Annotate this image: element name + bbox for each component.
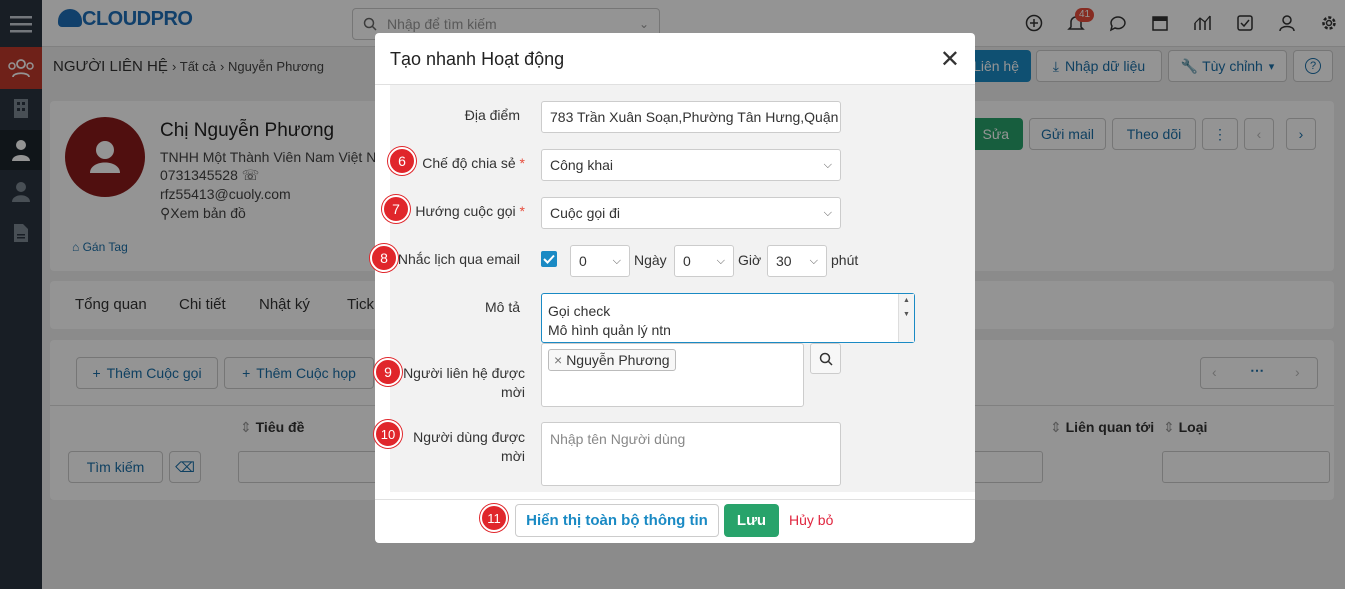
reminder-days-select[interactable]: 0 ⌵	[570, 245, 630, 277]
call-direction-select[interactable]: Cuộc gọi đi ⌵	[541, 197, 841, 229]
location-label: Địa điểm	[464, 107, 520, 123]
description-line-2: Mô hình quản lý ntn	[548, 322, 671, 338]
remove-chip-icon[interactable]: ×	[554, 352, 562, 368]
search-contacts-button[interactable]	[810, 343, 841, 374]
marker-9: 9	[374, 358, 402, 386]
days-unit-label: Ngày	[634, 252, 667, 268]
invited-contacts-field[interactable]: × Nguyễn Phương	[541, 343, 804, 407]
check-icon	[543, 254, 555, 264]
save-label: Lưu	[736, 512, 767, 529]
save-button[interactable]: Lưu	[724, 504, 779, 537]
hours-unit-label: Giờ	[738, 252, 762, 268]
chevron-down-icon: ⌵	[823, 206, 832, 219]
chevron-down-icon: ⌵	[716, 254, 725, 267]
cancel-link[interactable]: Hủy bỏ	[789, 512, 833, 528]
chevron-down-icon: ⌵	[823, 158, 832, 171]
location-value: 783 Trần Xuân Soạn,Phường Tân Hưng,Quận …	[550, 109, 841, 125]
reminder-hours-select[interactable]: 0 ⌵	[674, 245, 734, 277]
marker-11: 11	[480, 504, 508, 532]
call-direction-value: Cuộc gọi đi	[550, 205, 621, 221]
show-all-fields-button[interactable]: Hiển thị toàn bộ thông tin	[515, 504, 719, 537]
description-line-1: Gọi check	[548, 303, 611, 319]
reminder-checkbox[interactable]	[541, 251, 557, 267]
share-mode-select[interactable]: Công khai ⌵	[541, 149, 841, 181]
share-mode-text: Chế độ chia sẻ	[422, 155, 516, 171]
modal-title: Tạo nhanh Hoạt động	[390, 49, 565, 69]
call-direction-text: Hướng cuộc gọi	[415, 203, 516, 219]
scroll-up-icon[interactable]: ▲	[899, 294, 914, 308]
invited-contacts-label: Người liên hệ được mời	[403, 365, 525, 400]
close-icon[interactable]: ✕	[940, 45, 960, 74]
description-label: Mô tả	[484, 299, 520, 315]
textarea-scrollbar[interactable]: ▲ ▼	[898, 294, 914, 342]
location-input[interactable]: 783 Trần Xuân Soạn,Phường Tân Hưng,Quận …	[541, 101, 841, 133]
show-all-fields-label: Hiển thị toàn bộ thông tin	[526, 512, 708, 529]
chevron-down-icon: ⌵	[612, 254, 621, 267]
reminder-minutes-value: 30	[776, 253, 792, 269]
invited-contact-chip-label: Nguyễn Phương	[566, 352, 670, 368]
minutes-unit-label: phút	[831, 252, 859, 268]
reminder-hours-value: 0	[683, 253, 691, 269]
marker-8: 8	[370, 244, 398, 272]
chevron-down-icon: ⌵	[809, 254, 818, 267]
quick-create-activity-modal: Tạo nhanh Hoạt động ✕ Địa điểm 783 Trần …	[375, 33, 975, 543]
marker-7: 7	[382, 195, 410, 223]
invited-users-label: Người dùng được mời	[413, 429, 525, 464]
invited-contact-chip: × Nguyễn Phương	[548, 349, 676, 371]
reminder-minutes-select[interactable]: 30 ⌵	[767, 245, 827, 277]
invited-users-input[interactable]: Nhập tên Người dùng	[541, 422, 841, 486]
share-mode-value: Công khai	[550, 157, 614, 173]
search-icon	[819, 352, 833, 366]
scroll-down-icon[interactable]: ▼	[899, 308, 914, 322]
marker-10: 10	[374, 420, 402, 448]
reminder-days-value: 0	[579, 253, 587, 269]
description-textarea[interactable]: Gọi check Mô hình quản lý ntn ▲ ▼	[541, 293, 915, 343]
invited-users-placeholder: Nhập tên Người dùng	[550, 431, 686, 447]
marker-6: 6	[388, 147, 416, 175]
